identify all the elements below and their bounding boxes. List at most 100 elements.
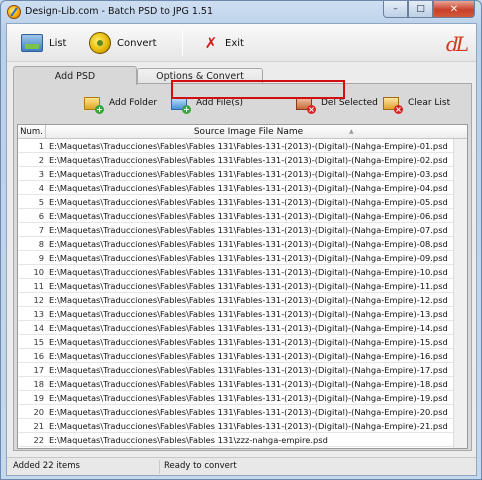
table-row[interactable]: 15 E:\Maquetas\Traducciones\Fables\Fables…	[18, 335, 453, 349]
table-row[interactable]: 21 E:\Maquetas\Traducciones\Fables\Fables…	[18, 419, 453, 433]
row-number: 4	[38, 183, 44, 193]
add-psd-panel: Add Folder Add File(s) Del Selected Clea…	[13, 83, 472, 451]
row-number: 19	[33, 393, 44, 403]
row-number: 15	[33, 337, 44, 347]
convert-button[interactable]: Convert	[89, 32, 157, 54]
add-folder-button[interactable]: Add Folder	[84, 94, 158, 114]
row-file-path: E:\Maquetas\Traducciones\Fables\Fables 1…	[49, 141, 448, 151]
row-number: 18	[33, 379, 44, 389]
client-area: List Convert ✗ Exit dL Add PSD Options &…	[6, 23, 477, 476]
table-row[interactable]: 16 E:\Maquetas\Traducciones\Fables\Fables…	[18, 349, 453, 363]
table-row[interactable]: 5 E:\Maquetas\Traducciones\Fables\Fables …	[18, 195, 453, 209]
row-file-path: E:\Maquetas\Traducciones\Fables\Fables 1…	[49, 169, 448, 179]
table-row[interactable]: 12 E:\Maquetas\Traducciones\Fables\Fables…	[18, 293, 453, 307]
row-number: 8	[38, 239, 44, 249]
sort-ascending-icon: ▲	[349, 128, 354, 135]
table-row[interactable]: 10 E:\Maquetas\Traducciones\Fables\Fables…	[18, 265, 453, 279]
row-number: 22	[33, 435, 44, 445]
row-number: 16	[33, 351, 44, 361]
row-number: 7	[38, 225, 44, 235]
table-row[interactable]: 3 E:\Maquetas\Traducciones\Fables\Fables …	[18, 167, 453, 181]
status-message: Ready to convert	[164, 461, 237, 471]
row-file-path: E:\Maquetas\Traducciones\Fables\Fables 1…	[49, 365, 448, 375]
table-row[interactable]: 14 E:\Maquetas\Traducciones\Fables\Fables…	[18, 321, 453, 335]
add-folder-label: Add Folder	[109, 98, 158, 108]
row-number: 9	[38, 253, 44, 263]
list-button[interactable]: List	[21, 32, 66, 54]
exit-button[interactable]: ✗ Exit	[203, 32, 244, 54]
vertical-scrollbar[interactable]	[453, 139, 467, 448]
column-header-source-label: Source Image File Name	[193, 127, 304, 137]
exit-button-label: Exit	[225, 37, 244, 49]
table-row[interactable]: 2 E:\Maquetas\Traducciones\Fables\Fables …	[18, 153, 453, 167]
tab-add-psd[interactable]: Add PSD	[13, 66, 137, 85]
add-files-label: Add File(s)	[196, 98, 244, 108]
row-file-path: E:\Maquetas\Traducciones\Fables\Fables 1…	[49, 253, 448, 263]
title-bar[interactable]: Design-Lib.com - Batch PSD to JPG 1.51 –…	[1, 1, 481, 23]
table-row[interactable]: 11 E:\Maquetas\Traducciones\Fables\Fables…	[18, 279, 453, 293]
row-number: 2	[38, 155, 44, 165]
add-files-icon	[171, 96, 191, 114]
row-number: 17	[33, 365, 44, 375]
row-number: 6	[38, 211, 44, 221]
row-number: 11	[33, 281, 44, 291]
maximize-button[interactable]: □	[408, 1, 433, 18]
row-file-path: E:\Maquetas\Traducciones\Fables\Fables 1…	[49, 337, 448, 347]
table-row[interactable]: 4 E:\Maquetas\Traducciones\Fables\Fables …	[18, 181, 453, 195]
del-selected-button[interactable]: Del Selected	[296, 94, 378, 114]
del-selected-label: Del Selected	[321, 98, 378, 108]
row-number: 21	[33, 421, 44, 431]
table-row[interactable]: 13 E:\Maquetas\Traducciones\Fables\Fables…	[18, 307, 453, 321]
row-file-path: E:\Maquetas\Traducciones\Fables\Fables 1…	[49, 197, 448, 207]
table-row[interactable]: 7 E:\Maquetas\Traducciones\Fables\Fables …	[18, 223, 453, 237]
row-file-path: E:\Maquetas\Traducciones\Fables\Fables 1…	[49, 309, 448, 319]
app-icon	[7, 5, 21, 19]
row-number: 14	[33, 323, 44, 333]
column-header-source[interactable]: Source Image File Name ▲	[46, 125, 451, 139]
main-toolbar: List Convert ✗ Exit dL	[7, 24, 476, 62]
delete-selected-icon	[296, 96, 316, 114]
app-window: Design-Lib.com - Batch PSD to JPG 1.51 –…	[0, 0, 482, 480]
row-file-path: E:\Maquetas\Traducciones\Fables\Fables 1…	[49, 435, 328, 445]
row-file-path: E:\Maquetas\Traducciones\Fables\Fables 1…	[49, 183, 448, 193]
close-button[interactable]: ✕	[433, 1, 475, 18]
table-row[interactable]: 1 E:\Maquetas\Traducciones\Fables\Fables …	[18, 139, 453, 153]
row-file-path: E:\Maquetas\Traducciones\Fables\Fables 1…	[49, 323, 448, 333]
tab-options-convert[interactable]: Options & Convert	[137, 68, 263, 84]
window-title: Design-Lib.com - Batch PSD to JPG 1.51	[25, 6, 214, 17]
convert-button-label: Convert	[117, 37, 157, 49]
row-file-path: E:\Maquetas\Traducciones\Fables\Fables 1…	[49, 281, 448, 291]
row-file-path: E:\Maquetas\Traducciones\Fables\Fables 1…	[49, 379, 448, 389]
add-files-button[interactable]: Add File(s)	[171, 94, 244, 114]
row-file-path: E:\Maquetas\Traducciones\Fables\Fables 1…	[49, 211, 448, 221]
row-number: 3	[38, 169, 44, 179]
row-file-path: E:\Maquetas\Traducciones\Fables\Fables 1…	[49, 295, 448, 305]
column-header-num[interactable]: Num.	[18, 125, 46, 139]
minimize-button[interactable]: –	[383, 1, 408, 18]
list-button-label: List	[49, 37, 67, 49]
add-folder-icon	[84, 96, 104, 114]
row-file-path: E:\Maquetas\Traducciones\Fables\Fables 1…	[49, 239, 448, 249]
file-list-grid[interactable]: Num. Source Image File Name ▲ 1 E:\Maquet…	[17, 124, 468, 449]
row-file-path: E:\Maquetas\Traducciones\Fables\Fables 1…	[49, 393, 448, 403]
table-row[interactable]: 22 E:\Maquetas\Traducciones\Fables\Fables…	[18, 433, 453, 447]
clear-list-icon	[383, 96, 403, 114]
row-file-path: E:\Maquetas\Traducciones\Fables\Fables 1…	[49, 421, 448, 431]
row-file-path: E:\Maquetas\Traducciones\Fables\Fables 1…	[49, 225, 448, 235]
clear-list-button[interactable]: Clear List	[383, 94, 450, 114]
row-number: 12	[33, 295, 44, 305]
grid-rows: 1 E:\Maquetas\Traducciones\Fables\Fables …	[18, 139, 453, 447]
brand-logo: dL	[445, 32, 469, 56]
table-row[interactable]: 9 E:\Maquetas\Traducciones\Fables\Fables …	[18, 251, 453, 265]
convert-icon	[89, 32, 111, 54]
table-row[interactable]: 19 E:\Maquetas\Traducciones\Fables\Fables…	[18, 391, 453, 405]
toolbar-separator	[182, 30, 183, 56]
table-row[interactable]: 18 E:\Maquetas\Traducciones\Fables\Fables…	[18, 377, 453, 391]
table-row[interactable]: 20 E:\Maquetas\Traducciones\Fables\Fables…	[18, 405, 453, 419]
table-row[interactable]: 6 E:\Maquetas\Traducciones\Fables\Fables …	[18, 209, 453, 223]
table-row[interactable]: 17 E:\Maquetas\Traducciones\Fables\Fables…	[18, 363, 453, 377]
exit-icon: ✗	[204, 34, 218, 52]
row-number: 1	[38, 141, 44, 151]
table-row[interactable]: 8 E:\Maquetas\Traducciones\Fables\Fables …	[18, 237, 453, 251]
grid-header: Num. Source Image File Name ▲	[18, 125, 467, 139]
